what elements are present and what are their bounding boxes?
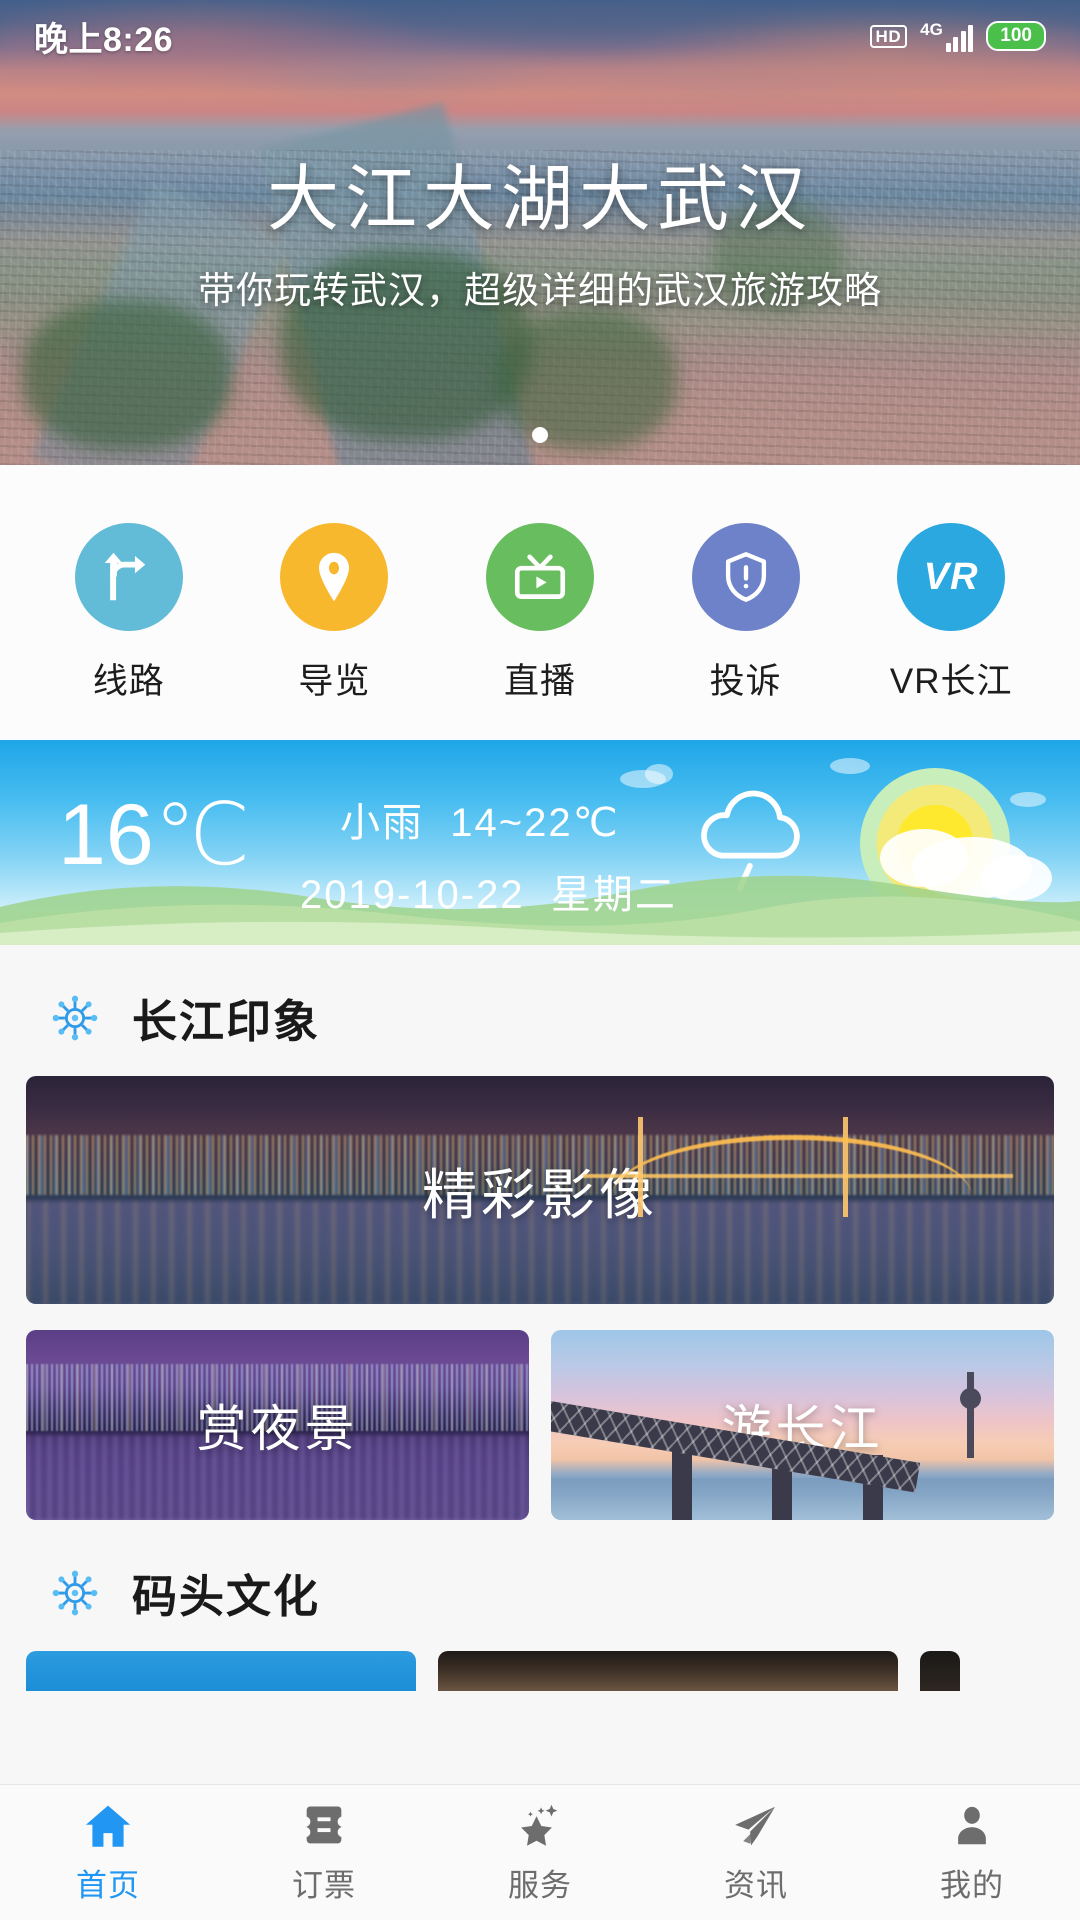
carousel-dot[interactable] [532,427,548,443]
card-yangtze-cruise[interactable]: 游长江 [551,1330,1054,1520]
section-header-changjiang-impression: 长江印象 [0,945,1080,1076]
hero-title: 大江大湖大武汉 [266,160,813,240]
weather-condition: 小雨 [340,801,424,845]
nav-label: 我的 [940,1868,1004,1903]
small-cloud [645,764,673,784]
bridge-deck [582,1174,1013,1179]
status-time: 晚上8:26 [34,20,174,59]
weather-weekday: 星期二 [550,873,677,917]
map-pin-icon [280,523,389,631]
weather-temperature: 16℃ [58,787,251,883]
carousel-dots[interactable] [0,427,1080,443]
route-icon [74,523,183,631]
card-dock-photo-edge[interactable] [920,1651,960,1691]
weather-date: 2019-10-22 [300,873,525,917]
bottom-navigation: 首页 订票 服务 资讯 我的 [0,1784,1080,1920]
quick-action-guide[interactable]: 导览 [249,523,419,704]
card-label: 赏夜景 [196,1401,359,1457]
quick-action-live[interactable]: 直播 [455,523,625,704]
section-title: 码头文化 [132,1571,321,1622]
section-title: 长江印象 [132,996,321,1047]
small-cloud [1010,792,1046,807]
shield-alert-icon [691,523,800,631]
vr-icon-text: VR [923,555,979,598]
quick-action-vr[interactable]: VR VR长江 [866,523,1036,704]
status-indicators: HD 4G 100 [869,19,1046,52]
quick-action-label: 直播 [503,662,576,701]
card-row: 赏夜景 游长江 [26,1330,1054,1520]
signal-bars-icon [945,24,974,52]
nav-item-profile[interactable]: 我的 [864,1800,1080,1905]
nav-item-service[interactable]: 服务 [432,1800,648,1905]
battery-icon: 100 [986,20,1046,52]
nav-item-ticket[interactable]: 订票 [216,1800,432,1905]
status-bar: 晚上8:26 HD 4G 100 [0,0,1080,72]
card-dock-photo[interactable] [438,1651,898,1691]
weather-widget[interactable]: 16℃ 小雨 14~22℃ 2019-10-22 星期二 [0,740,1080,945]
paper-plane-icon [735,1806,776,1846]
person-icon [958,1806,986,1845]
nav-label: 首页 [76,1868,140,1903]
quick-action-label: 线路 [92,662,165,701]
weather-condition-line: 小雨 14~22℃ [300,790,677,848]
weather-range: 14~22℃ [450,801,620,845]
changjiang-impression-cards: 精彩影像 赏夜景 游长江 [0,1076,1080,1520]
nav-label: 订票 [292,1868,356,1903]
quick-action-route[interactable]: 线路 [44,523,214,704]
ship-helm-icon [52,1570,98,1615]
signal-icon: 4G [920,19,974,52]
vr-icon: VR [897,523,1006,631]
small-cloud [830,758,870,774]
quick-action-label: VR长江 [889,662,1013,701]
card-highlight-video[interactable]: 精彩影像 [26,1076,1054,1304]
weather-details: 小雨 14~22℃ 2019-10-22 星期二 [300,790,677,920]
tv-tower [959,1371,981,1458]
ship-helm-icon [52,995,98,1040]
card-dock-blue[interactable] [26,1651,416,1691]
nav-item-news[interactable]: 资讯 [648,1800,864,1905]
hero-banner[interactable]: 晚上8:26 HD 4G 100 大江大湖大武汉 带你玩转武汉，超级详细的武汉旅… [0,0,1080,465]
quick-actions-bar: 线路 导览 直播 投诉 VR VR长江 [0,465,1080,740]
quick-action-complaint[interactable]: 投诉 [661,523,831,704]
ticket-icon [306,1806,342,1844]
nav-item-home[interactable]: 首页 [0,1800,216,1905]
dock-culture-cards [0,1651,1080,1691]
tv-live-icon [485,523,594,631]
hero-subtitle: 带你玩转武汉，超级详细的武汉旅游攻略 [198,270,882,311]
nav-label: 资讯 [724,1868,788,1903]
card-night-view[interactable]: 赏夜景 [26,1330,529,1520]
quick-action-label: 导览 [298,662,371,701]
hd-icon: HD [869,24,908,48]
nav-label: 服务 [508,1868,572,1903]
quick-action-label: 投诉 [709,662,782,701]
home-icon [85,1805,131,1847]
network-type-label: 4G [920,19,943,39]
section-header-dock-culture: 码头文化 [0,1520,1080,1651]
weather-date-line: 2019-10-22 星期二 [300,862,677,920]
star-service-icon [521,1804,558,1846]
